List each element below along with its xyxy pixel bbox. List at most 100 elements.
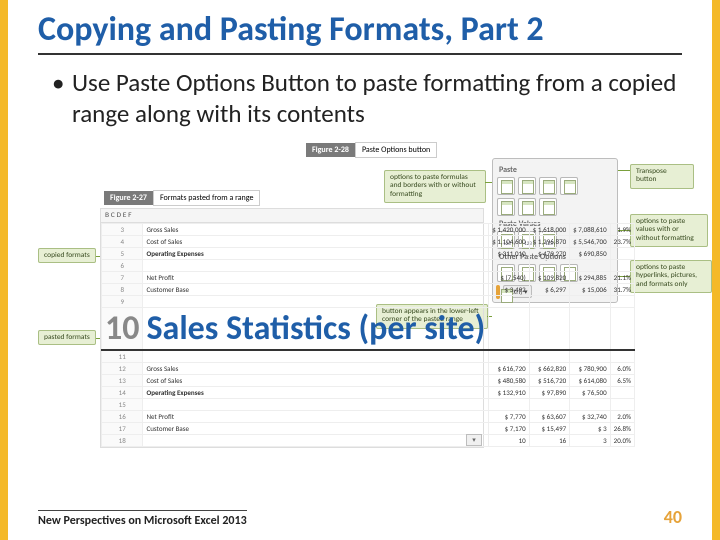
table-row: 8Customer Base$ 3,492$ 6,297$ 15,00631.7… [102,283,635,295]
cell: $ 616,720 [489,362,529,374]
cell: 13 [102,374,143,386]
cell: $ 311,010 [489,247,529,259]
cell [143,295,489,307]
cell: 7 [102,271,143,283]
cell [610,259,634,271]
table-row: 11 [102,350,635,363]
table-row: 6 [102,259,635,271]
cell: 3 [570,434,610,446]
cell: $ 3 [570,422,610,434]
cell: 10 [102,307,143,350]
cell [570,295,610,307]
callout-transpose: Transpose button [630,164,694,189]
paste-transpose-icon[interactable] [539,198,557,216]
callout-copied-formats: copied formats [38,248,96,263]
figure-number: Figure 2-28 [306,143,355,157]
table-row: 9 [102,295,635,307]
callout-paste-formulas: options to paste formulas and borders wi… [384,170,486,204]
cell: 3 [102,223,143,235]
cell: $ 63,607 [529,410,569,422]
cell: $ 7,770 [489,410,529,422]
paste-formulas-format-icon[interactable] [539,177,557,195]
cell: 21.1% [610,271,634,283]
table-row: 15 [102,398,635,410]
cell [489,398,529,410]
cell: $ (7,540) [489,271,529,283]
cell [529,295,569,307]
footer-source: New Perspectives on Microsoft Excel 2013 [38,510,247,528]
cell: $ 7,088,610 [570,223,610,235]
paste-no-borders-icon[interactable] [497,198,515,216]
cell: 23.7% [610,235,634,247]
cell: 26.8% [610,422,634,434]
cell [570,259,610,271]
worksheet-column-header: B C D E F [100,208,484,223]
cell: $ 132,910 [489,386,529,398]
table-row: 7Net Profit$ (7,540)$ 109,820$ 294,88521… [102,271,635,283]
cell: 5 [102,247,143,259]
callout-paste-values: options to paste values with or without … [630,214,708,248]
table-row: 12Gross Sales$ 616,720$ 662,820$ 780,900… [102,362,635,374]
paste-keep-source-icon[interactable] [560,177,578,195]
paste-keep-widths-icon[interactable] [518,198,536,216]
cell [529,259,569,271]
cell [610,295,634,307]
table-row: 10Sales Statistics (per site) [102,307,635,350]
cell: $ 3,492 [489,283,529,295]
cell: 16 [529,434,569,446]
cell: 10 [489,434,529,446]
cell: $ 1,420,000 [489,223,529,235]
paste-formulas-icon[interactable] [518,177,536,195]
paste-icon[interactable] [497,177,515,195]
cell: 18 [102,434,143,446]
cell: Gross Sales [143,362,489,374]
cell: $ 516,720 [529,374,569,386]
cell [489,307,529,350]
figure-number: Figure 2-27 [104,191,153,205]
cell: $ 614,080 [570,374,610,386]
connector-line [485,182,492,183]
cell: $ 1,296,870 [529,235,569,247]
cell: Sales Statistics (per site) [143,307,489,350]
cell: 11 [102,350,143,363]
cell: $ 1,618,000 [529,223,569,235]
cell [570,307,610,350]
connector-line [618,170,630,171]
cell: 1.9% [610,223,634,235]
cell: Net Profit [143,410,489,422]
paste-options-smart-tag[interactable]: ▾ [466,434,482,446]
cell: $ 479,270 [529,247,569,259]
table-row: 4Cost of Sales$ 1,104,600$ 1,296,870$ 5,… [102,235,635,247]
cell: 20.0% [610,434,634,446]
cell: Cost of Sales [143,374,489,386]
cell [489,295,529,307]
cell: 12 [102,362,143,374]
cell: Cost of Sales [143,235,489,247]
cell: $ 7,170 [489,422,529,434]
table-row: 13Cost of Sales$ 480,580$ 516,720$ 614,0… [102,374,635,386]
figure-label-right: Figure 2-28 Paste Options button [306,142,437,158]
cell: Net Profit [143,271,489,283]
cell: $ 662,820 [529,362,569,374]
cell [143,259,489,271]
cell: $ 76,500 [570,386,610,398]
table-row: 18 1016320.0% [102,434,635,446]
cell [143,398,489,410]
cell [529,398,569,410]
cell [610,398,634,410]
cell: 4 [102,235,143,247]
cell: 2.0% [610,410,634,422]
figure-caption: Paste Options button [355,142,437,158]
cell [570,350,610,363]
cell: $ 15,006 [570,283,610,295]
cell: 6.5% [610,374,634,386]
worksheet-grid: 3Gross Sales$ 1,420,000$ 1,618,000$ 7,08… [100,223,484,448]
cell: Customer Base [143,283,489,295]
cell: Operating Expenses [143,386,489,398]
cell [570,398,610,410]
footer: New Perspectives on Microsoft Excel 2013… [8,506,712,528]
slide-title: Copying and Pasting Formats, Part 2 [38,10,682,55]
cell: $ 15,497 [529,422,569,434]
figure-area: Figure 2-28 Paste Options button Figure … [38,140,682,440]
cell: Operating Expenses [143,247,489,259]
